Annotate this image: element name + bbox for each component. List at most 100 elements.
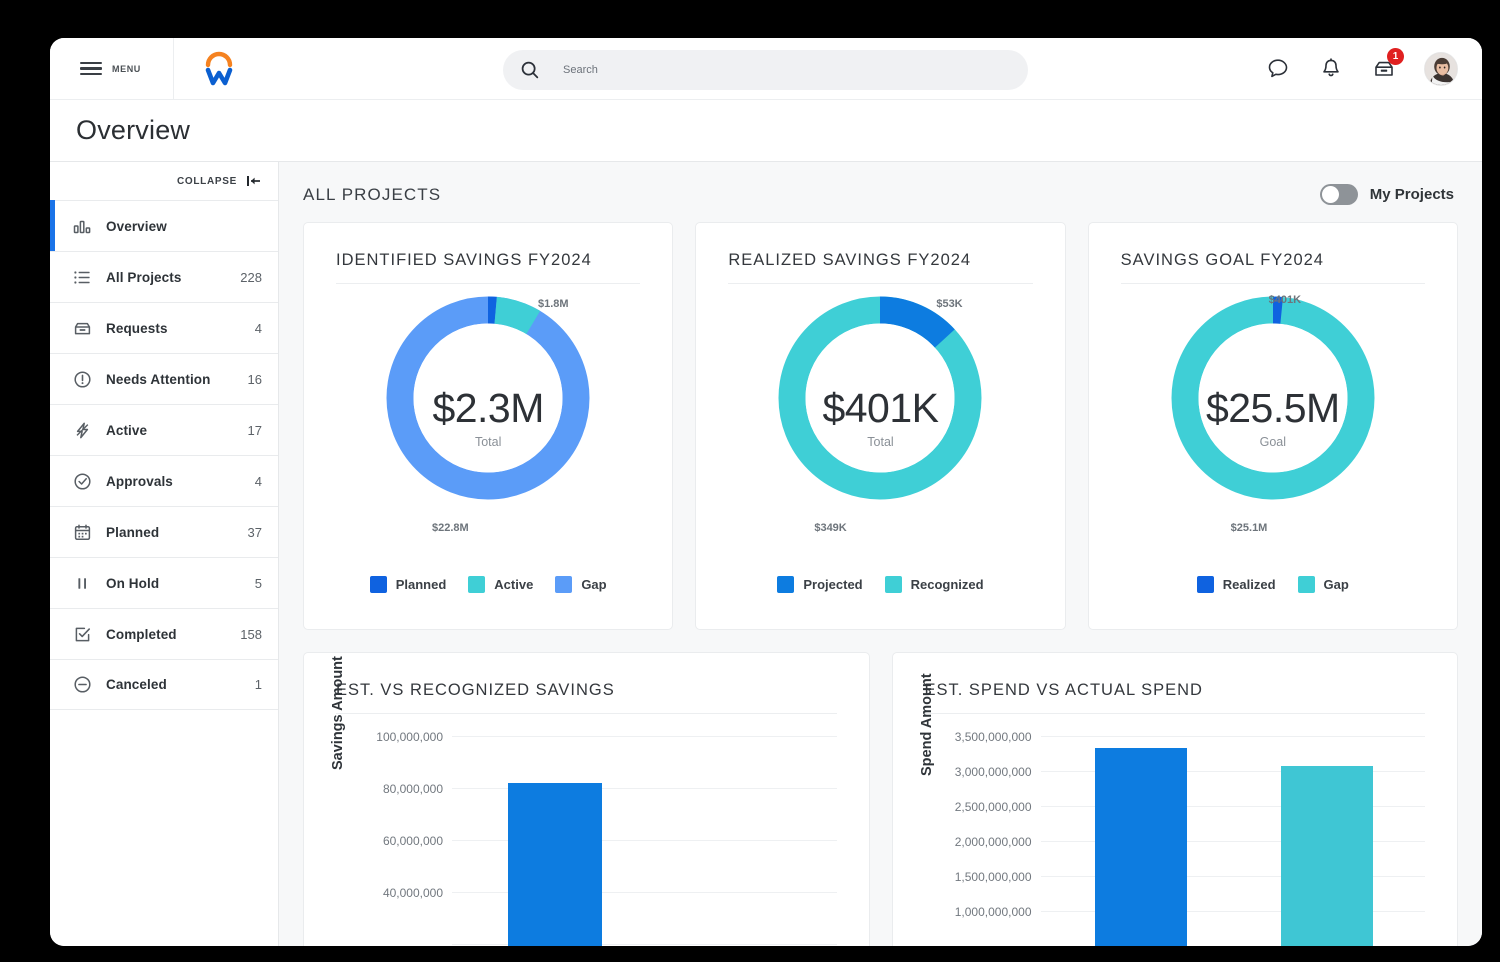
list-icon [73, 268, 92, 287]
legend-item[interactable]: Gap [555, 576, 606, 593]
legend-label: Active [494, 577, 533, 592]
donut-chart-goal: $25.5M Goal $401K $25.1M [1121, 292, 1425, 560]
bar-estimated[interactable] [508, 783, 602, 946]
y-tick-label: 1,000,000,000 [955, 905, 1032, 919]
global-search[interactable] [503, 50, 1028, 90]
toggle-track[interactable] [1320, 184, 1358, 205]
sidebar-item-overview[interactable]: Overview [50, 200, 278, 251]
legend-item[interactable]: Active [468, 576, 533, 593]
y-tick-label: 80,000,000 [383, 782, 443, 796]
sidebar-item-on-hold[interactable]: On Hold 5 [50, 557, 278, 608]
bar-series [1041, 728, 1426, 946]
sidebar-item-needs-attention[interactable]: Needs Attention 16 [50, 353, 278, 404]
donut-chart-identified: $2.3M Total $1.8M $22.8M [336, 292, 640, 560]
search-icon [519, 59, 541, 81]
bar-actual-spend[interactable] [1281, 766, 1373, 946]
donut-svg [382, 292, 594, 504]
sidebar-item-label: Requests [106, 321, 255, 336]
legend-item[interactable]: Gap [1298, 576, 1349, 593]
legend-item[interactable]: Recognized [885, 576, 984, 593]
sidebar-item-approvals[interactable]: Approvals 4 [50, 455, 278, 506]
section-title: ALL PROJECTS [303, 185, 441, 205]
workday-logo-icon [199, 49, 239, 89]
legend-label: Realized [1223, 577, 1276, 592]
donut-label-projected: $53K [936, 298, 962, 310]
menu-label: MENU [112, 64, 141, 74]
legend-swatch [370, 576, 387, 593]
donut-svg [1167, 292, 1379, 504]
sidebar-item-requests[interactable]: Requests 4 [50, 302, 278, 353]
alert-circle-icon [73, 370, 92, 389]
legend-item[interactable]: Realized [1197, 576, 1276, 593]
donut-label-gap: $22.8M [432, 522, 469, 534]
sidebar-item-count: 4 [255, 474, 262, 489]
global-header: MENU [50, 38, 1482, 100]
legend-item[interactable]: Projected [777, 576, 862, 593]
donut-card-row: IDENTIFIED SAVINGS FY2024 [303, 222, 1458, 630]
card-savings-goal: SAVINGS GOAL FY2024 $25.5M Goal [1088, 222, 1458, 630]
sidebar-item-label: Approvals [106, 474, 255, 489]
sidebar-item-label: On Hold [106, 576, 255, 591]
y-tick-label: 3,000,000,000 [955, 765, 1032, 779]
card-est-vs-actual-spend: EST. SPEND VS ACTUAL SPEND Spend Amount … [892, 652, 1459, 946]
page-body: COLLAPSE Overview [50, 162, 1482, 946]
sidebar-item-active[interactable]: Active 17 [50, 404, 278, 455]
sidebar-item-count: 5 [255, 576, 262, 591]
y-tick-label: 2,000,000,000 [955, 835, 1032, 849]
avatar[interactable] [1424, 52, 1458, 86]
pause-icon [73, 574, 92, 593]
y-tick-label: 40,000,000 [383, 886, 443, 900]
legend-label: Projected [803, 577, 862, 592]
header-actions: 1 [1265, 38, 1458, 100]
calendar-icon [73, 523, 92, 542]
legend-swatch [555, 576, 572, 593]
card-title: SAVINGS GOAL FY2024 [1121, 251, 1425, 284]
sidebar-item-label: Canceled [106, 677, 255, 692]
legend-swatch [1197, 576, 1214, 593]
page-title: Overview [76, 115, 190, 146]
sidebar-item-completed[interactable]: Completed 158 [50, 608, 278, 659]
sidebar-item-label: Overview [106, 219, 262, 234]
content-header: ALL PROJECTS My Projects [303, 184, 1458, 205]
y-tick-label: 2,500,000,000 [955, 800, 1032, 814]
sidebar-item-planned[interactable]: Planned 37 [50, 506, 278, 557]
inbox-badge-count: 1 [1387, 48, 1404, 65]
sidebar-item-canceled[interactable]: Canceled 1 [50, 659, 278, 710]
sidebar-item-label: Planned [106, 525, 248, 540]
sidebar-item-count: 228 [240, 270, 262, 285]
collapse-label: COLLAPSE [177, 176, 237, 187]
toggle-knob [1322, 186, 1339, 203]
donut-label-active: $1.8M [538, 298, 569, 310]
y-tick-label: 100,000,000 [376, 730, 443, 744]
menu-button[interactable]: MENU [50, 38, 174, 100]
workday-logo[interactable] [174, 49, 264, 89]
bell-icon[interactable] [1318, 56, 1344, 82]
bar-chart-savings: Savings Amount 100,000,000 80,000,000 60… [336, 728, 837, 946]
legend-swatch [777, 576, 794, 593]
sidebar-item-all-projects[interactable]: All Projects 228 [50, 251, 278, 302]
check-circle-icon [73, 472, 92, 491]
y-tick-label: 1,500,000,000 [955, 870, 1032, 884]
collapse-sidebar-button[interactable]: COLLAPSE [50, 162, 278, 200]
avatar-photo [1425, 53, 1458, 86]
inbox-icon[interactable]: 1 [1371, 56, 1397, 82]
donut-svg [774, 292, 986, 504]
card-title: REALIZED SAVINGS FY2024 [728, 251, 1032, 284]
search-input[interactable] [563, 64, 963, 76]
legend-item[interactable]: Planned [370, 576, 447, 593]
chat-icon[interactable] [1265, 56, 1291, 82]
y-axis-label: Savings Amount [330, 656, 346, 770]
bar-estimated-spend[interactable] [1095, 748, 1187, 946]
my-projects-toggle[interactable]: My Projects [1320, 184, 1454, 205]
toggle-label: My Projects [1370, 186, 1454, 203]
hamburger-icon [80, 62, 102, 75]
donut-label-gap: $25.1M [1231, 522, 1268, 534]
legend-swatch [885, 576, 902, 593]
card-realized-savings: REALIZED SAVINGS FY2024 $401K Total [695, 222, 1065, 630]
sidebar-item-count: 158 [240, 627, 262, 642]
bar-series [452, 728, 837, 946]
sidebar-item-count: 1 [255, 677, 262, 692]
legend-swatch [1298, 576, 1315, 593]
device-bezel: MENU [16, 10, 1484, 954]
collapse-left-icon [246, 174, 262, 188]
